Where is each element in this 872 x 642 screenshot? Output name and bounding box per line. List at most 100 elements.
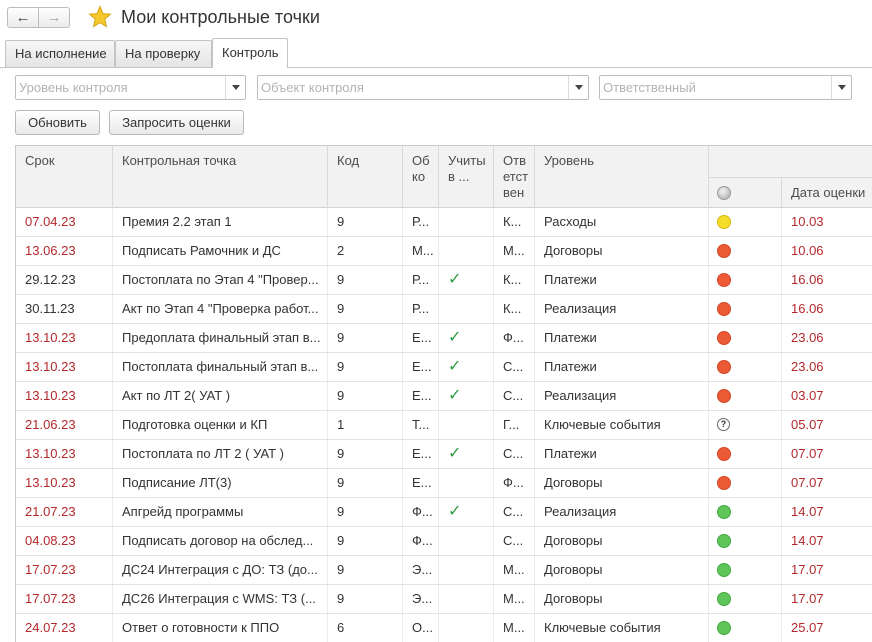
status-cell — [709, 527, 782, 555]
status-red-icon — [717, 447, 731, 461]
table-row[interactable]: 30.11.23 Акт по Этап 4 "Проверка работ...… — [16, 295, 872, 324]
column-checkpoint[interactable]: Контрольная точка — [113, 146, 328, 208]
checkmark-icon: ✓ — [448, 503, 462, 520]
deadline-cell: 30.11.23 — [16, 295, 113, 323]
table-row[interactable]: 21.06.23 Подготовка оценки и КП 1 Т... Г... К… — [16, 411, 872, 440]
status-cell — [709, 353, 782, 381]
responsible-filter[interactable]: Ответственный — [599, 75, 852, 100]
column-code[interactable]: Код — [328, 146, 403, 208]
deadline-cell: 29.12.23 — [16, 266, 113, 294]
code-cell: 9 — [328, 266, 403, 294]
level-cell: Реализация — [535, 498, 709, 526]
table-row[interactable]: 13.06.23 Подписать Рамочник и ДС 2 М... М...… — [16, 237, 872, 266]
level-cell: Договоры — [535, 527, 709, 555]
rating_date-cell: 10.03 — [782, 208, 872, 236]
table-row[interactable]: 13.10.23 Постоплата по ЛТ 2 ( УАТ ) 9 Е... ✓… — [16, 440, 872, 469]
status-cell — [709, 208, 782, 236]
level-cell: Ключевые события — [535, 411, 709, 439]
table-row[interactable]: 17.07.23 ДС26 Интеграция с WMS: ТЗ (... 9 Э… — [16, 585, 872, 614]
dropdown-arrow-icon[interactable] — [568, 76, 588, 99]
status-cell — [709, 382, 782, 410]
status-cell — [709, 440, 782, 468]
column-accounted[interactable]: Учиты в ... — [439, 146, 494, 208]
status-yellow-icon — [717, 215, 731, 229]
object-cell: О... — [403, 614, 439, 642]
deadline-cell: 21.07.23 — [16, 498, 113, 526]
object-filter-placeholder: Объект контроля — [261, 80, 364, 95]
resp-cell: С... — [494, 498, 535, 526]
arrow-left-icon: ← — [15, 9, 31, 26]
accounted-cell: ✓ — [439, 353, 494, 381]
deadline-cell: 17.07.23 — [16, 556, 113, 584]
status-green-icon — [717, 563, 731, 577]
resp-cell: К... — [494, 266, 535, 294]
code-cell: 9 — [328, 498, 403, 526]
tab-on-execution[interactable]: На исполнение — [5, 40, 115, 67]
name-cell: Подписание ЛТ(3) — [113, 469, 328, 497]
resp-cell: М... — [494, 237, 535, 265]
name-cell: Предоплата финальный этап в... — [113, 324, 328, 352]
table-row[interactable]: 24.07.23 Ответ о готовности к ППО 6 О... М..… — [16, 614, 872, 642]
status-red-icon — [717, 360, 731, 374]
table-row[interactable]: 13.10.23 Предоплата финальный этап в... 9 Е… — [16, 324, 872, 353]
name-cell: Подготовка оценки и КП — [113, 411, 328, 439]
code-cell: 9 — [328, 208, 403, 236]
tab-divider — [0, 67, 872, 68]
code-cell: 9 — [328, 527, 403, 555]
rating_date-cell: 03.07 — [782, 382, 872, 410]
rating_date-cell: 23.06 — [782, 324, 872, 352]
accounted-cell: ✓ — [439, 440, 494, 468]
resp-cell: С... — [494, 440, 535, 468]
table-row[interactable]: 13.10.23 Акт по ЛТ 2( УАТ ) 9 Е... ✓ С... Реал… — [16, 382, 872, 411]
dropdown-arrow-icon[interactable] — [831, 76, 851, 99]
tab-control[interactable]: Контроль — [212, 38, 288, 68]
object-filter[interactable]: Объект контроля — [257, 75, 589, 100]
table-row[interactable]: 04.08.23 Подписать договор на обслед... 9 Ф… — [16, 527, 872, 556]
name-cell: Подписать договор на обслед... — [113, 527, 328, 555]
resp-cell: К... — [494, 295, 535, 323]
level-cell: Ключевые события — [535, 614, 709, 642]
status-circle-icon — [717, 186, 731, 200]
code-cell: 9 — [328, 469, 403, 497]
object-cell: Е... — [403, 440, 439, 468]
code-cell: 9 — [328, 440, 403, 468]
column-responsible[interactable]: Отв етст вен — [494, 146, 535, 208]
name-cell: Апгрейд программы — [113, 498, 328, 526]
column-deadline[interactable]: Срок — [16, 146, 113, 208]
level-filter[interactable]: Уровень контроля — [15, 75, 246, 100]
tab-on-review[interactable]: На проверку — [115, 40, 212, 67]
table-header: Срок Контрольная точка Код Об ко Учиты в… — [16, 146, 872, 208]
table-row[interactable]: 29.12.23 Постоплата по Этап 4 "Провер... 9… — [16, 266, 872, 295]
table-row[interactable]: 21.07.23 Апгрейд программы 9 Ф... ✓ С... Реали… — [16, 498, 872, 527]
level-cell: Договоры — [535, 237, 709, 265]
level-cell: Платежи — [535, 266, 709, 294]
checkmark-icon: ✓ — [448, 271, 462, 288]
rating_date-cell: 07.07 — [782, 469, 872, 497]
object-cell: Р... — [403, 295, 439, 323]
name-cell: ДС24 Интеграция с ДО: ТЗ (до... — [113, 556, 328, 584]
deadline-cell: 13.10.23 — [16, 324, 113, 352]
table-row[interactable]: 13.10.23 Постоплата финальный этап в... 9 Е… — [16, 353, 872, 382]
name-cell: Постоплата по ЛТ 2 ( УАТ ) — [113, 440, 328, 468]
refresh-button[interactable]: Обновить — [15, 110, 100, 135]
column-rating-date[interactable]: Дата оценки — [782, 177, 872, 208]
table-row[interactable]: 17.07.23 ДС24 Интеграция с ДО: ТЗ (до... 9… — [16, 556, 872, 585]
table-row[interactable]: 07.04.23 Премия 2.2 этап 1 9 Р... К... Расход… — [16, 208, 872, 237]
star-icon[interactable] — [88, 5, 112, 29]
column-level[interactable]: Уровень — [535, 146, 709, 208]
level-cell: Реализация — [535, 295, 709, 323]
forward-button[interactable]: → — [38, 7, 70, 28]
object-cell: Э... — [403, 556, 439, 584]
code-cell: 9 — [328, 295, 403, 323]
dropdown-arrow-icon[interactable] — [225, 76, 245, 99]
column-status[interactable] — [709, 177, 782, 208]
accounted-cell — [439, 556, 494, 584]
column-object[interactable]: Об ко — [403, 146, 439, 208]
back-button[interactable]: ← — [7, 7, 39, 28]
accounted-cell — [439, 585, 494, 613]
request-ratings-button[interactable]: Запросить оценки — [109, 110, 244, 135]
code-cell: 9 — [328, 324, 403, 352]
table-row[interactable]: 13.10.23 Подписание ЛТ(3) 9 Е... Ф... Договор… — [16, 469, 872, 498]
level-cell: Договоры — [535, 585, 709, 613]
accounted-cell — [439, 527, 494, 555]
